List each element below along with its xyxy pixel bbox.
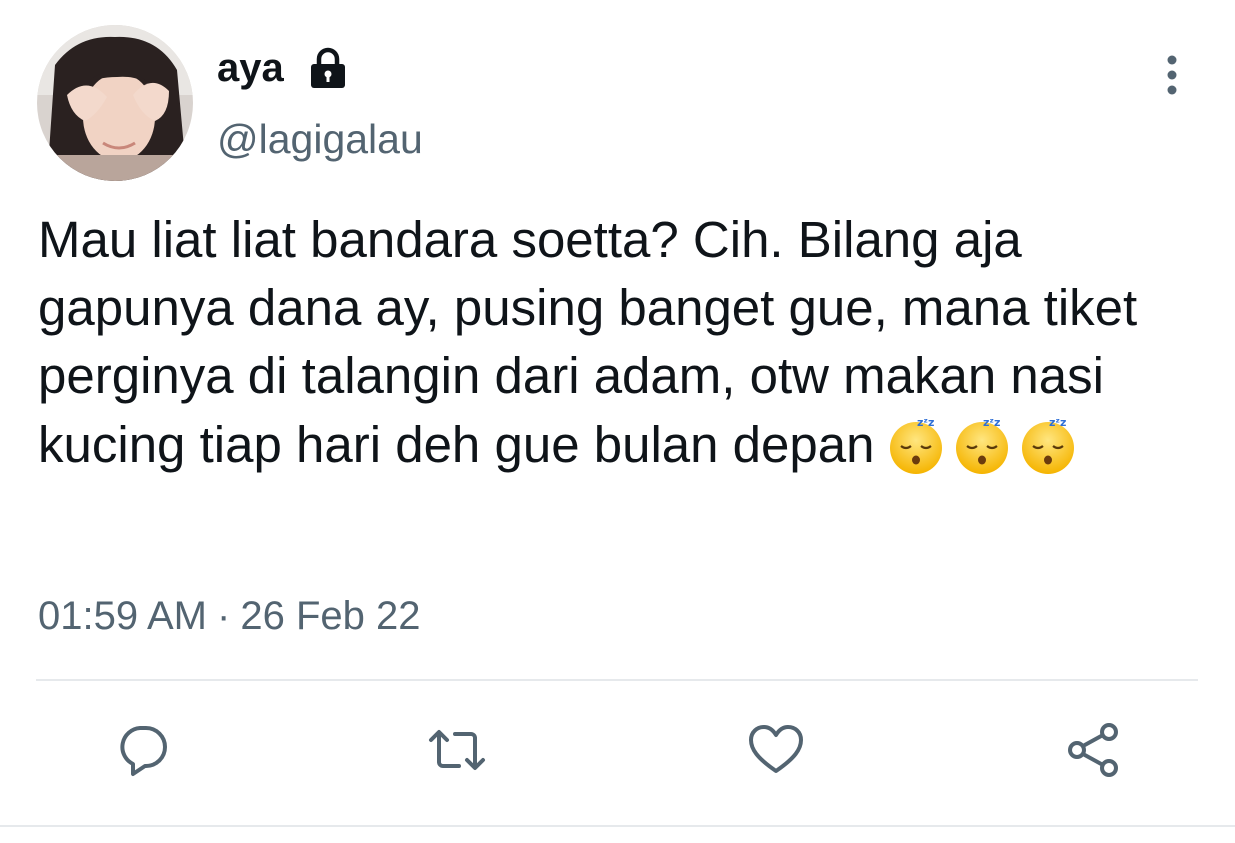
reply-button[interactable] bbox=[108, 715, 178, 785]
tweet-card: aya @lagigalau Mau liat liat bandara soe… bbox=[0, 0, 1235, 843]
reply-icon bbox=[120, 726, 167, 776]
sleeping-face-icon: zᶻz bbox=[889, 416, 942, 474]
tweet-date: 26 Feb 22 bbox=[240, 594, 421, 638]
like-button[interactable] bbox=[741, 715, 811, 785]
share-button[interactable] bbox=[1058, 715, 1128, 785]
action-bar bbox=[0, 715, 1235, 785]
svg-text:zᶻz: zᶻz bbox=[917, 416, 934, 429]
display-name[interactable]: aya bbox=[217, 46, 284, 91]
svg-text:zᶻz: zᶻz bbox=[1049, 416, 1066, 429]
share-icon bbox=[1068, 723, 1118, 777]
sleeping-face-icon: zᶻz bbox=[955, 416, 1008, 474]
timestamp[interactable]: 01:59 AM · 26 Feb 22 bbox=[38, 594, 420, 639]
tweet-text: Mau liat liat bandara soetta? Cih. Bilan… bbox=[38, 206, 1198, 479]
heart-icon bbox=[749, 725, 803, 773]
retweet-button[interactable] bbox=[422, 715, 492, 785]
more-vertical-icon bbox=[1167, 55, 1177, 95]
retweet-icon bbox=[429, 730, 485, 770]
divider bbox=[36, 679, 1198, 681]
sleeping-face-icon: zᶻz bbox=[1021, 416, 1074, 474]
tweet-time: 01:59 AM bbox=[38, 594, 208, 638]
emoji-group: zᶻz zᶻz zᶻz bbox=[883, 410, 1081, 476]
svg-text:zᶻz: zᶻz bbox=[983, 416, 1000, 429]
more-options-button[interactable] bbox=[1150, 50, 1194, 100]
bottom-divider bbox=[0, 825, 1235, 827]
lock-icon bbox=[306, 45, 352, 91]
handle[interactable]: @lagigalau bbox=[217, 116, 423, 163]
timestamp-separator: · bbox=[217, 594, 231, 638]
avatar-photo bbox=[37, 25, 193, 181]
name-row: aya bbox=[217, 42, 352, 94]
avatar[interactable] bbox=[37, 25, 193, 181]
